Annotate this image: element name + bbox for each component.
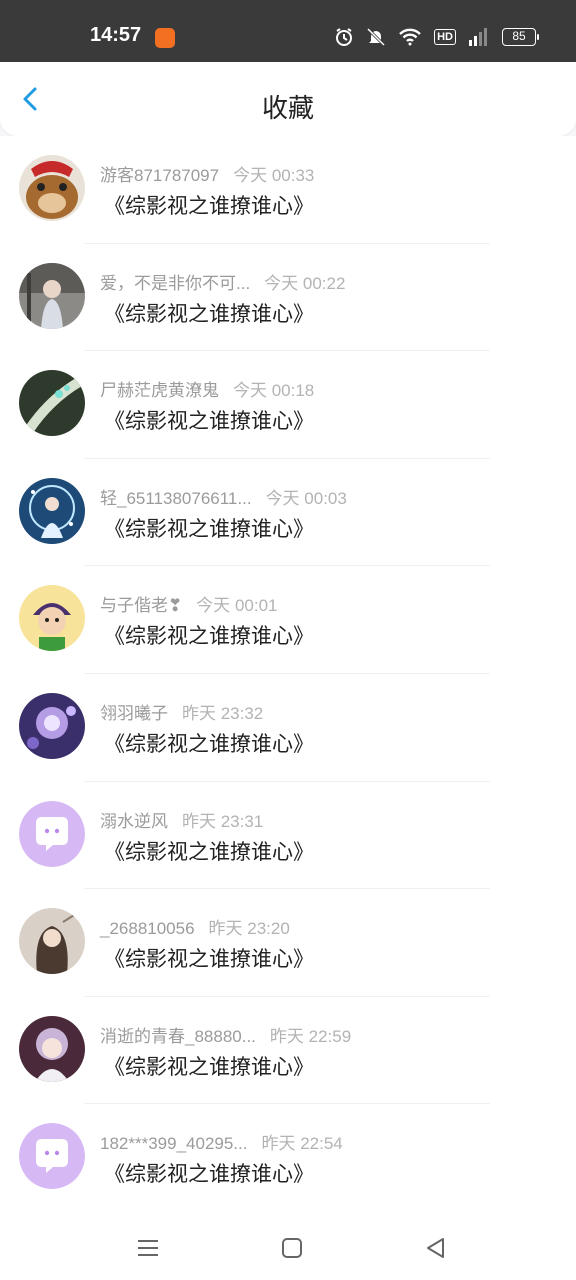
page-title: 收藏 [261, 94, 314, 124]
list-item[interactable]: 翎羽曦子 昨天 23:32 《综影视之谁撩谁心》 [0, 674, 576, 782]
app-notification-icon [155, 28, 175, 48]
book-title: 《综影视之谁撩谁心》 [104, 731, 314, 756]
list-item[interactable]: 爱，不是非你不可... 今天 00:22 《综影视之谁撩谁心》 [0, 244, 576, 352]
user-name: 与子偕老❣ [100, 596, 183, 616]
home-icon[interactable] [276, 1232, 308, 1264]
default-avatar [19, 800, 85, 867]
signal-icon [469, 28, 487, 46]
book-title: 《综影视之谁撩谁心》 [104, 839, 314, 864]
user-name: 爱，不是非你不可... [100, 273, 251, 293]
avatar [19, 585, 85, 652]
book-title: 《综影视之谁撩谁心》 [104, 516, 314, 541]
list-item[interactable]: 182***399_40295... 昨天 22:54 《综影视之谁撩谁心》 [0, 1104, 576, 1212]
user-name: 182***399_40295... [100, 1134, 248, 1154]
list-item[interactable]: 消逝的青春_88880... 昨天 22:59 《综影视之谁撩谁心》 [0, 997, 576, 1105]
list-item[interactable]: 与子偕老❣ 今天 00:01 《综影视之谁撩谁心》 [0, 566, 576, 674]
list-item[interactable]: 溺水逆风 昨天 23:31 《综影视之谁撩谁心》 [0, 782, 576, 890]
user-name: 翎羽曦子 [100, 703, 168, 723]
list-item[interactable]: 轻_651138076611... 今天 00:03 《综影视之谁撩谁心》 [0, 459, 576, 567]
user-name: 尸赫茫虎黄潦鬼 [100, 381, 219, 401]
book-title: 《综影视之谁撩谁心》 [104, 409, 314, 434]
timestamp: 今天 00:22 [264, 273, 346, 293]
favorites-list: 游客871787097 今天 00:33 《综影视之谁撩谁心》 爱，不是非你不可.… [0, 136, 576, 1216]
book-title: 《综影视之谁撩谁心》 [104, 194, 314, 218]
list-item[interactable]: 游客871787097 今天 00:33 《综影视之谁撩谁心》 [0, 136, 576, 244]
avatar [19, 370, 85, 437]
status-time: 14:57 [90, 24, 142, 46]
default-avatar [19, 1123, 85, 1190]
avatar [19, 155, 85, 221]
page-header: 收藏 [0, 62, 576, 136]
book-title: 《综影视之谁撩谁心》 [104, 1054, 314, 1079]
avatar [19, 477, 85, 544]
system-nav-bar [0, 1216, 576, 1280]
avatar [19, 692, 85, 759]
avatar [19, 908, 85, 975]
timestamp: 今天 00:18 [233, 381, 315, 401]
timestamp: 昨天 23:32 [182, 703, 264, 723]
timestamp: 昨天 23:20 [208, 919, 290, 939]
timestamp: 昨天 23:31 [182, 811, 264, 831]
back-triangle-icon[interactable] [420, 1232, 452, 1264]
user-name: 溺水逆风 [100, 811, 168, 831]
user-name: _268810056 [100, 919, 195, 939]
avatar [19, 1015, 85, 1082]
battery-indicator: 85 [502, 28, 539, 46]
status-bar: 14:57 HD 85 [0, 0, 576, 62]
alarm-icon [336, 28, 353, 46]
timestamp: 今天 00:01 [196, 596, 278, 616]
book-title: 《综影视之谁撩谁心》 [104, 947, 314, 972]
user-name: 轻_651138076611... [100, 488, 252, 508]
list-item[interactable]: 尸赫茫虎黄潦鬼 今天 00:18 《综影视之谁撩谁心》 [0, 351, 576, 459]
list-item[interactable]: _268810056 昨天 23:20 《综影视之谁撩谁心》 [0, 889, 576, 997]
user-name: 游客871787097 [100, 166, 220, 185]
hd-badge: HD [434, 29, 456, 45]
timestamp: 昨天 22:59 [269, 1026, 352, 1046]
user-name: 消逝的青春_88880... [100, 1026, 256, 1046]
menu-icon[interactable] [132, 1232, 164, 1264]
book-title: 《综影视之谁撩谁心》 [104, 1162, 314, 1187]
timestamp: 今天 00:03 [265, 488, 347, 508]
avatar [19, 262, 85, 329]
bell-off-icon [367, 27, 386, 47]
timestamp: 今天 00:33 [233, 166, 315, 185]
timestamp: 昨天 22:54 [261, 1134, 343, 1154]
book-title: 《综影视之谁撩谁心》 [104, 301, 314, 326]
book-title: 《综影视之谁撩谁心》 [104, 624, 314, 649]
wifi-icon [399, 28, 421, 46]
